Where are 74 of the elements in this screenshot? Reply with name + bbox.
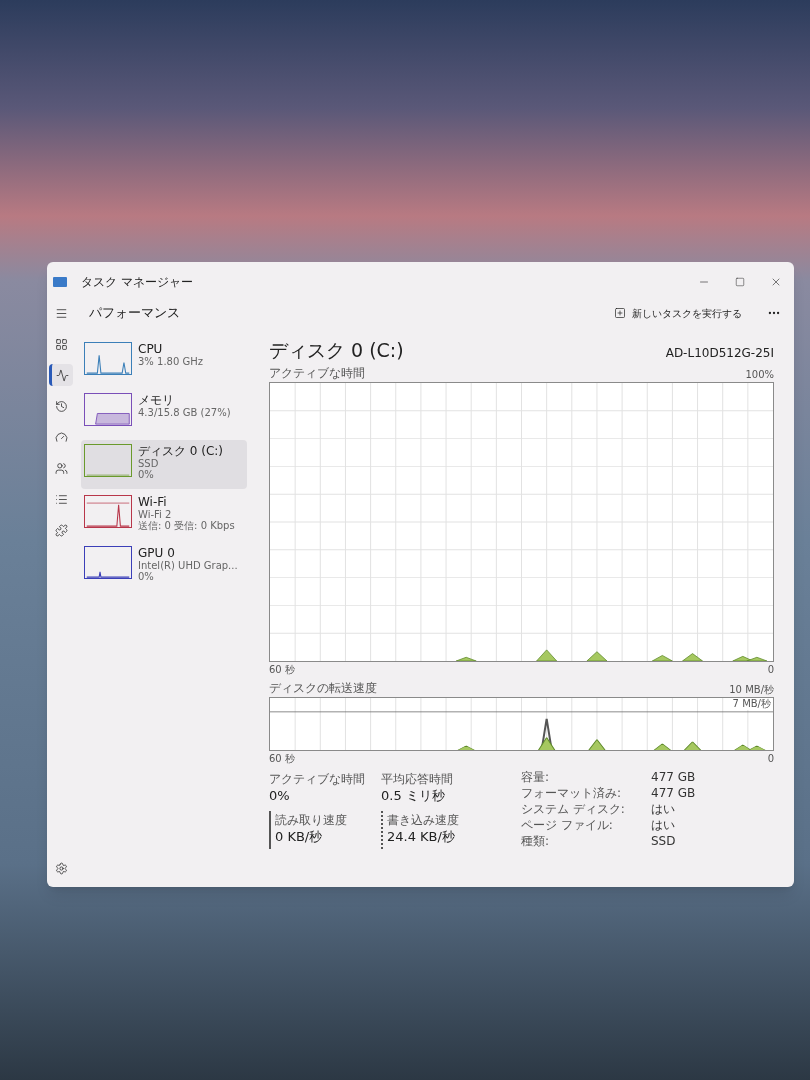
settings-icon [54,861,68,875]
resource-detail: 0% [138,571,155,582]
stat-label: 平均応答時間 [381,771,454,788]
property-label: ページ ファイル: [521,818,614,833]
resource-detail: SSD [138,458,160,469]
transfer-peak [588,739,606,751]
stat-label: 書き込み速度 [387,811,460,829]
axis-start-label: 60 秒 [269,752,295,766]
chart-label: ディスクの転送速度 [269,680,377,697]
list-icon [54,492,68,506]
resource-detail: 4.3/15.8 GB (27%) [138,407,231,418]
page-title: パフォーマンス [89,304,180,323]
property-value: 477 GB [651,770,696,785]
resource-name: CPU [138,342,164,356]
pulse-icon [56,368,69,382]
axis-start-label: 60 秒 [269,663,295,677]
resource-item[interactable]: メモリ 4.3/15.8 GB (27%) [81,389,247,438]
resource-detail: 3% 1.80 GHz [138,356,203,367]
property-value: はい [651,802,676,817]
resource-name: Wi-Fi [138,495,168,509]
stat-value: 24.4 KB/秒 [387,828,456,845]
axis-end-label: 0 [767,663,774,677]
transfer-peak [684,741,701,751]
close-icon [770,276,782,288]
axis-max-label: 100% [745,368,774,382]
history-icon [54,399,68,413]
users-icon [54,461,68,475]
stat-value: 0% [269,788,291,804]
window-title: タスク マネージャー [81,274,193,291]
axis-max-label: 10 MB/秒 [729,683,774,697]
resource-detail: Wi-Fi 2 [138,509,173,520]
property-label: フォーマット済み: [521,786,623,801]
property-value: はい [651,818,676,833]
property-label: 容量: [521,770,551,785]
transfer-peak [457,745,475,751]
resource-item[interactable]: Wi-Fi Wi-Fi 2 送信: 0 受信: 0 Kbps [81,491,247,540]
transfer-peak [538,737,555,751]
resource-detail: 0% [138,469,155,480]
stat-label: アクティブな時間 [269,771,366,788]
stat-value: 0 KB/秒 [275,828,324,845]
maximize-icon [735,277,745,287]
disk-title: ディスク 0 (C:) [269,338,404,362]
stat-label: 読み取り速度 [275,811,348,829]
menu-icon [54,306,68,320]
resource-item[interactable]: CPU 3% 1.80 GHz [81,338,247,387]
property-value: 477 GB [651,786,696,801]
resource-detail: Intel(R) UHD Grap... [138,560,238,571]
chart-label: アクティブな時間 [269,365,365,382]
resource-detail: 送信: 0 受信: 0 Kbps [138,520,235,531]
resource-name: ディスク 0 (C:) [138,444,224,458]
activity-peak [586,651,608,662]
new-task-button[interactable]: 新しいタスクを実行する [610,305,746,321]
property-value: SSD [651,834,677,849]
transfer-peak [654,743,671,751]
grid-icon [54,337,68,351]
puzzle-icon [54,523,68,537]
new-task-icon [614,307,626,319]
stat-value: 0.5 ミリ秒 [381,788,446,804]
performance-nav-button[interactable] [49,364,73,386]
resource-name: メモリ [138,393,175,407]
app-icon [53,277,67,287]
disk-model: AD-L10D512G-25I [665,345,774,362]
gauge-icon [54,430,68,444]
activity-peak [455,656,477,662]
axis-end-label: 0 [767,752,774,766]
activity-peak [536,649,558,662]
property-label: 種類: [521,834,551,849]
resource-name: GPU 0 [138,546,176,560]
scale-mark-label: 7 MB/秒 [732,698,771,710]
activity-peak [682,653,703,662]
property-label: システム ディスク: [521,802,626,817]
resource-item[interactable]: ディスク 0 (C:) SSD 0% [81,440,247,489]
resource-item[interactable]: GPU 0 Intel(R) UHD Grap... 0% [81,542,247,591]
activity-peak [651,655,673,662]
